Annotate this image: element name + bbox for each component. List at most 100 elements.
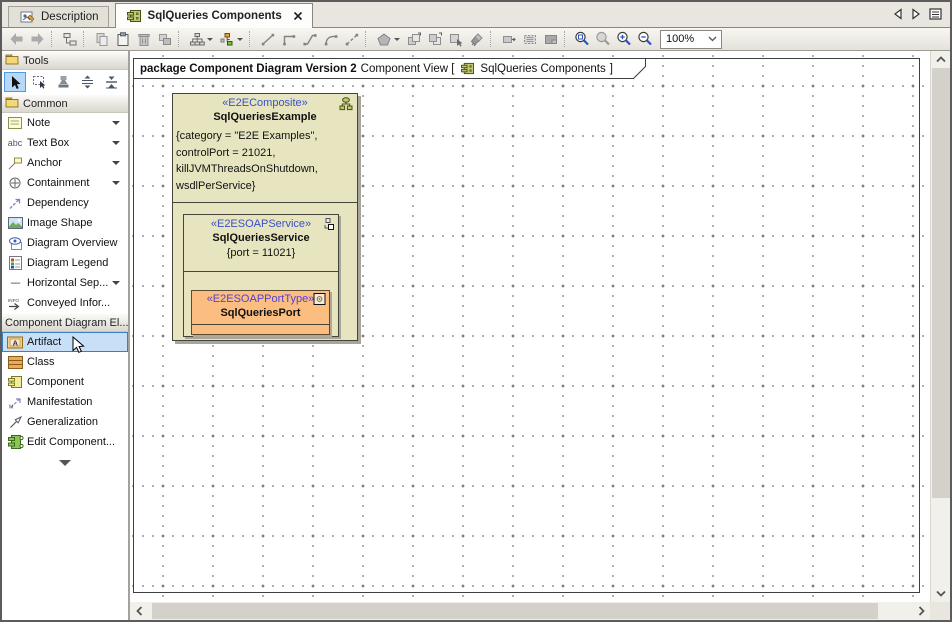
note-icon bbox=[6, 117, 24, 129]
palette-expand-button[interactable] bbox=[2, 460, 128, 466]
diagram-frame[interactable]: package Component Diagram Version 2 Comp… bbox=[133, 58, 920, 593]
sticky-drawing-tool-button[interactable] bbox=[52, 72, 74, 92]
scroll-down-button[interactable] bbox=[932, 585, 950, 602]
palette-item-component[interactable]: Component bbox=[2, 372, 128, 392]
section-title: Tools bbox=[23, 55, 49, 67]
containment-icon bbox=[6, 176, 24, 190]
send-to-back-icon[interactable] bbox=[424, 30, 445, 49]
diagram-frame-header[interactable]: package Component Diagram Version 2 Comp… bbox=[133, 58, 646, 79]
item-label: Component bbox=[27, 376, 84, 388]
fit-in-window-icon[interactable] bbox=[572, 30, 593, 49]
tagged-value-line: {category = "E2E Examples", bbox=[176, 128, 354, 145]
description-icon bbox=[18, 11, 36, 24]
tagged-value-line: wsdlPerService} bbox=[176, 178, 354, 195]
triangle-down-icon bbox=[59, 460, 71, 466]
tab-label: Description bbox=[41, 11, 99, 23]
chevron-down-icon[interactable] bbox=[112, 181, 120, 185]
element-name: SqlQueriesExample bbox=[173, 109, 357, 123]
rectilinear-path-icon[interactable] bbox=[278, 30, 299, 49]
select-in-contour-icon[interactable] bbox=[445, 30, 466, 49]
forward-icon[interactable] bbox=[27, 30, 48, 49]
quick-layout-icon[interactable] bbox=[186, 30, 207, 49]
show-shapes-icon[interactable] bbox=[373, 30, 394, 49]
clean-diagram-icon[interactable] bbox=[466, 30, 487, 49]
containment-tree-icon[interactable] bbox=[59, 30, 80, 49]
zoom-out-icon[interactable] bbox=[635, 30, 656, 49]
delete-icon[interactable] bbox=[133, 30, 154, 49]
show-shapes-caret[interactable] bbox=[394, 38, 400, 41]
quick-layout-caret[interactable] bbox=[207, 38, 213, 41]
scroll-up-button[interactable] bbox=[932, 51, 950, 68]
copy-style-icon[interactable] bbox=[154, 30, 175, 49]
diagram-list-icon[interactable] bbox=[929, 8, 942, 20]
zoom-in-icon[interactable] bbox=[614, 30, 635, 49]
textbox-icon: abc bbox=[6, 138, 24, 148]
vertical-scroll-thumb[interactable] bbox=[932, 68, 950, 498]
palette-section-component-diagram-elements[interactable]: Component Diagram El... bbox=[2, 313, 128, 332]
scroll-right-button[interactable] bbox=[912, 603, 930, 620]
same-size-icon[interactable] bbox=[540, 30, 561, 49]
chevron-down-icon bbox=[708, 33, 717, 45]
palette-item-edit-component[interactable]: Edit Component... bbox=[2, 432, 128, 452]
selection-tool-button[interactable] bbox=[4, 72, 26, 92]
component-icon bbox=[458, 62, 476, 75]
horizontal-scroll-thumb[interactable] bbox=[152, 603, 878, 619]
tab-sqlqueries-components[interactable]: SqlQueries Components bbox=[115, 3, 313, 28]
palette-item-generalization[interactable]: Generalization bbox=[2, 412, 128, 432]
palette-item-manifestation[interactable]: M Manifestation bbox=[2, 392, 128, 412]
chevron-down-icon[interactable] bbox=[112, 141, 120, 145]
paste-icon[interactable] bbox=[112, 30, 133, 49]
copy-icon[interactable] bbox=[91, 30, 112, 49]
palette-item-anchor[interactable]: Anchor bbox=[2, 153, 128, 173]
distribute-tool-button[interactable] bbox=[76, 72, 98, 92]
splined-path-icon[interactable] bbox=[341, 30, 362, 49]
palette-item-text-box[interactable]: abc Text Box bbox=[2, 133, 128, 153]
same-height-icon[interactable] bbox=[519, 30, 540, 49]
route-paths-icon[interactable] bbox=[216, 30, 237, 49]
service-component-shape[interactable]: «E2ESOAPService» SqlQueriesService {port… bbox=[183, 214, 339, 337]
palette-item-image-shape[interactable]: Image Shape bbox=[2, 213, 128, 233]
palette-item-conveyed-information[interactable]: INFO Conveyed Infor... bbox=[2, 293, 128, 313]
app-window: Description SqlQueries Components bbox=[0, 0, 952, 622]
palette-item-class[interactable]: Class bbox=[2, 352, 128, 372]
tab-description[interactable]: Description bbox=[8, 6, 109, 27]
palette-section-common[interactable]: Common bbox=[2, 94, 128, 113]
back-icon[interactable] bbox=[6, 30, 27, 49]
frame-title-view: Component View [ bbox=[361, 63, 455, 75]
zoom-level-combobox[interactable]: 100% bbox=[660, 30, 722, 49]
palette-item-horizontal-separator[interactable]: ---- Horizontal Sep... bbox=[2, 273, 128, 293]
palette-item-diagram-overview[interactable]: Diagram Overview bbox=[2, 233, 128, 253]
palette-item-containment[interactable]: Containment bbox=[2, 173, 128, 193]
palette-item-dependency[interactable]: Dependency bbox=[2, 193, 128, 213]
chevron-down-icon[interactable] bbox=[112, 281, 120, 285]
straight-path-icon[interactable] bbox=[257, 30, 278, 49]
chevron-down-icon[interactable] bbox=[112, 161, 120, 165]
previous-diagram-icon[interactable] bbox=[893, 8, 903, 20]
toolbar-separator bbox=[83, 31, 87, 47]
palette-section-tools[interactable]: Tools bbox=[2, 51, 128, 70]
image-icon bbox=[6, 217, 24, 229]
palette-item-artifact[interactable]: A Artifact bbox=[2, 332, 128, 352]
route-paths-caret[interactable] bbox=[237, 38, 243, 41]
chevron-down-icon[interactable] bbox=[112, 121, 120, 125]
curved-path-icon[interactable] bbox=[320, 30, 341, 49]
oblique-path-icon[interactable] bbox=[299, 30, 320, 49]
port-type-shape[interactable]: «E2ESOAPPortType» SqlQueriesPort bbox=[191, 290, 330, 335]
anchor-icon bbox=[6, 157, 24, 170]
frame-title-kind: package Component Diagram Version 2 bbox=[140, 63, 357, 75]
autosize-icon[interactable] bbox=[498, 30, 519, 49]
folder-icon bbox=[5, 97, 19, 111]
close-icon[interactable] bbox=[293, 11, 303, 21]
palette-item-note[interactable]: Note bbox=[2, 113, 128, 133]
toolbar-separator bbox=[178, 31, 182, 47]
marquee-selection-tool-button[interactable] bbox=[28, 72, 50, 92]
diagram-canvas[interactable]: package Component Diagram Version 2 Comp… bbox=[130, 51, 930, 602]
composite-component-shape[interactable]: «E2EComposite» SqlQueriesExample {catego… bbox=[172, 93, 358, 341]
next-diagram-icon[interactable] bbox=[911, 8, 921, 20]
dependency-icon bbox=[6, 197, 24, 210]
compress-tool-button[interactable] bbox=[100, 72, 122, 92]
palette-item-diagram-legend[interactable]: Diagram Legend bbox=[2, 253, 128, 273]
scroll-left-button[interactable] bbox=[130, 603, 148, 620]
zoom-selection-icon[interactable] bbox=[593, 30, 614, 49]
bring-to-front-icon[interactable] bbox=[403, 30, 424, 49]
